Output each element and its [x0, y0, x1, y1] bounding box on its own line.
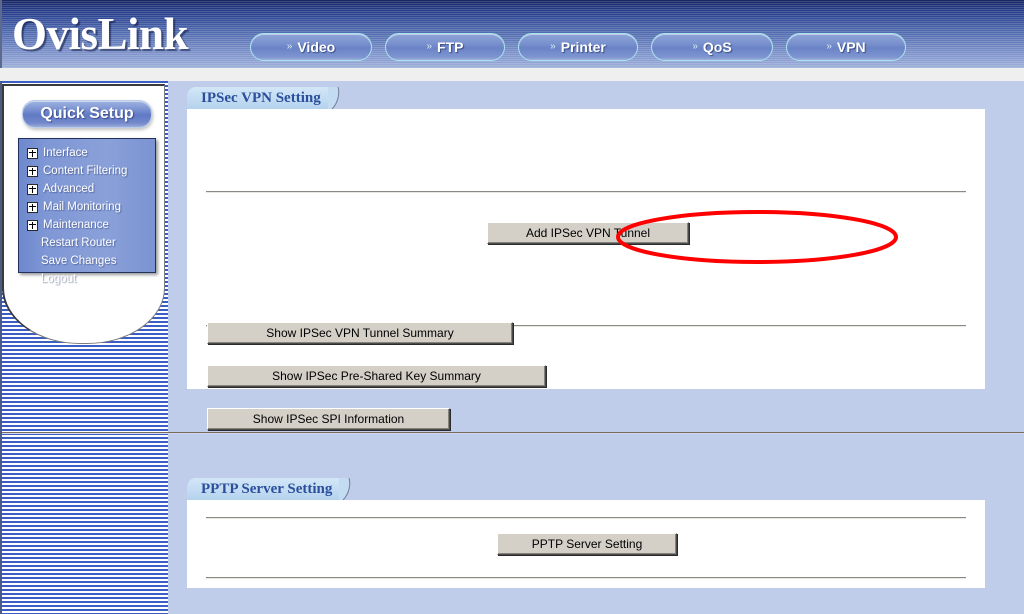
tab-curl-decoration — [328, 87, 346, 109]
quick-setup-button[interactable]: Quick Setup — [22, 100, 152, 128]
double-arrow-icon: » — [826, 41, 831, 52]
nav-label-qos: QoS — [702, 39, 732, 55]
double-arrow-icon: » — [692, 41, 697, 52]
show-ipsec-vpn-tunnel-summary-button[interactable]: Show IPSec VPN Tunnel Summary — [207, 322, 513, 344]
sidebar-item-mail-monitoring[interactable]: Mail Monitoring — [19, 198, 155, 216]
tab-curl-decoration — [339, 478, 357, 500]
sidebar-menu: Interface Content Filtering Advanced Mai… — [18, 138, 156, 285]
sidebar-item-label: Restart Router — [41, 237, 116, 249]
sidebar-item-maintenance[interactable]: Maintenance — [19, 216, 155, 234]
tab-pptp-server-setting[interactable]: PPTP Server Setting — [187, 478, 351, 500]
sidebar-left-edge — [0, 81, 2, 614]
nav-button-video[interactable]: » Video — [250, 33, 372, 61]
sidebar-item-interface[interactable]: Interface — [19, 144, 155, 162]
nav-button-printer[interactable]: » Printer — [518, 33, 638, 61]
nav-label-vpn: VPN — [836, 39, 866, 55]
sidebar-panel: Quick Setup Interface Content Filtering … — [2, 84, 165, 344]
nav-label-printer: Printer — [560, 39, 606, 55]
tree-leaf-icon — [27, 257, 36, 266]
show-ipsec-preshared-key-summary-button[interactable]: Show IPSec Pre-Shared Key Summary — [207, 365, 546, 387]
tab-label: IPSec VPN Setting — [201, 89, 321, 106]
plus-expand-icon[interactable] — [27, 201, 38, 213]
sidebar-item-label: Advanced — [43, 183, 95, 195]
double-arrow-icon: » — [550, 41, 555, 52]
double-arrow-icon: » — [286, 41, 292, 52]
top-navigation: » Video » FTP » Printer » QoS » VPN — [250, 33, 906, 61]
plus-expand-icon[interactable] — [27, 183, 38, 195]
pptp-server-setting-button[interactable]: PPTP Server Setting — [497, 533, 677, 555]
site-header: OvisLink » Video » FTP » Printer » QoS »… — [0, 0, 1024, 68]
nav-button-qos[interactable]: » QoS — [651, 33, 773, 61]
sidebar-item-label: Maintenance — [43, 219, 109, 231]
brand-logo: OvisLink — [12, 9, 189, 59]
plus-expand-icon[interactable] — [27, 147, 38, 159]
pptp-panel: PPTP Server Setting — [187, 500, 985, 588]
sidebar-item-content-filtering[interactable]: Content Filtering — [19, 162, 155, 180]
tree-leaf-icon — [27, 239, 36, 248]
sidebar-item-label: Logout — [41, 273, 77, 285]
nav-button-vpn[interactable]: » VPN — [786, 33, 906, 61]
sidebar-item-label: Mail Monitoring — [43, 201, 121, 213]
nav-label-ftp: FTP — [437, 39, 464, 55]
quick-setup-label: Quick Setup — [40, 105, 134, 122]
sidebar-item-restart-router[interactable]: Restart Router — [19, 234, 155, 252]
section-divider — [0, 432, 1024, 434]
show-ipsec-spi-information-button[interactable]: Show IPSec SPI Information — [207, 408, 450, 430]
tab-label: PPTP Server Setting — [201, 480, 333, 497]
plus-expand-icon[interactable] — [27, 219, 38, 231]
double-arrow-icon: » — [426, 41, 431, 52]
nav-button-ftp[interactable]: » FTP — [385, 33, 505, 61]
header-separator-strip — [0, 68, 1024, 81]
tab-ipsec-vpn-setting[interactable]: IPSec VPN Setting — [187, 87, 340, 109]
horizontal-rule — [206, 577, 966, 579]
horizontal-rule — [206, 517, 966, 519]
header-left-edge — [0, 0, 2, 68]
main-content: IPSec VPN Setting Add IPSec VPN Tunnel S… — [168, 81, 1024, 614]
plus-expand-icon[interactable] — [27, 165, 38, 177]
sidebar-item-label: Save Changes — [41, 255, 117, 267]
horizontal-rule — [206, 191, 966, 193]
nav-label-video: Video — [297, 39, 336, 55]
sidebar-item-advanced[interactable]: Advanced — [19, 180, 155, 198]
sidebar-item-save-changes[interactable]: Save Changes — [19, 252, 155, 270]
sidebar-item-logout[interactable]: Logout — [19, 270, 155, 288]
sidebar-item-label: Content Filtering — [43, 165, 128, 177]
sidebar-item-label: Interface — [43, 147, 88, 159]
add-ipsec-vpn-tunnel-button[interactable]: Add IPSec VPN Tunnel — [487, 222, 689, 244]
ipsec-panel: Add IPSec VPN Tunnel Show IPSec VPN Tunn… — [187, 109, 985, 389]
tree-leaf-icon — [27, 275, 36, 284]
